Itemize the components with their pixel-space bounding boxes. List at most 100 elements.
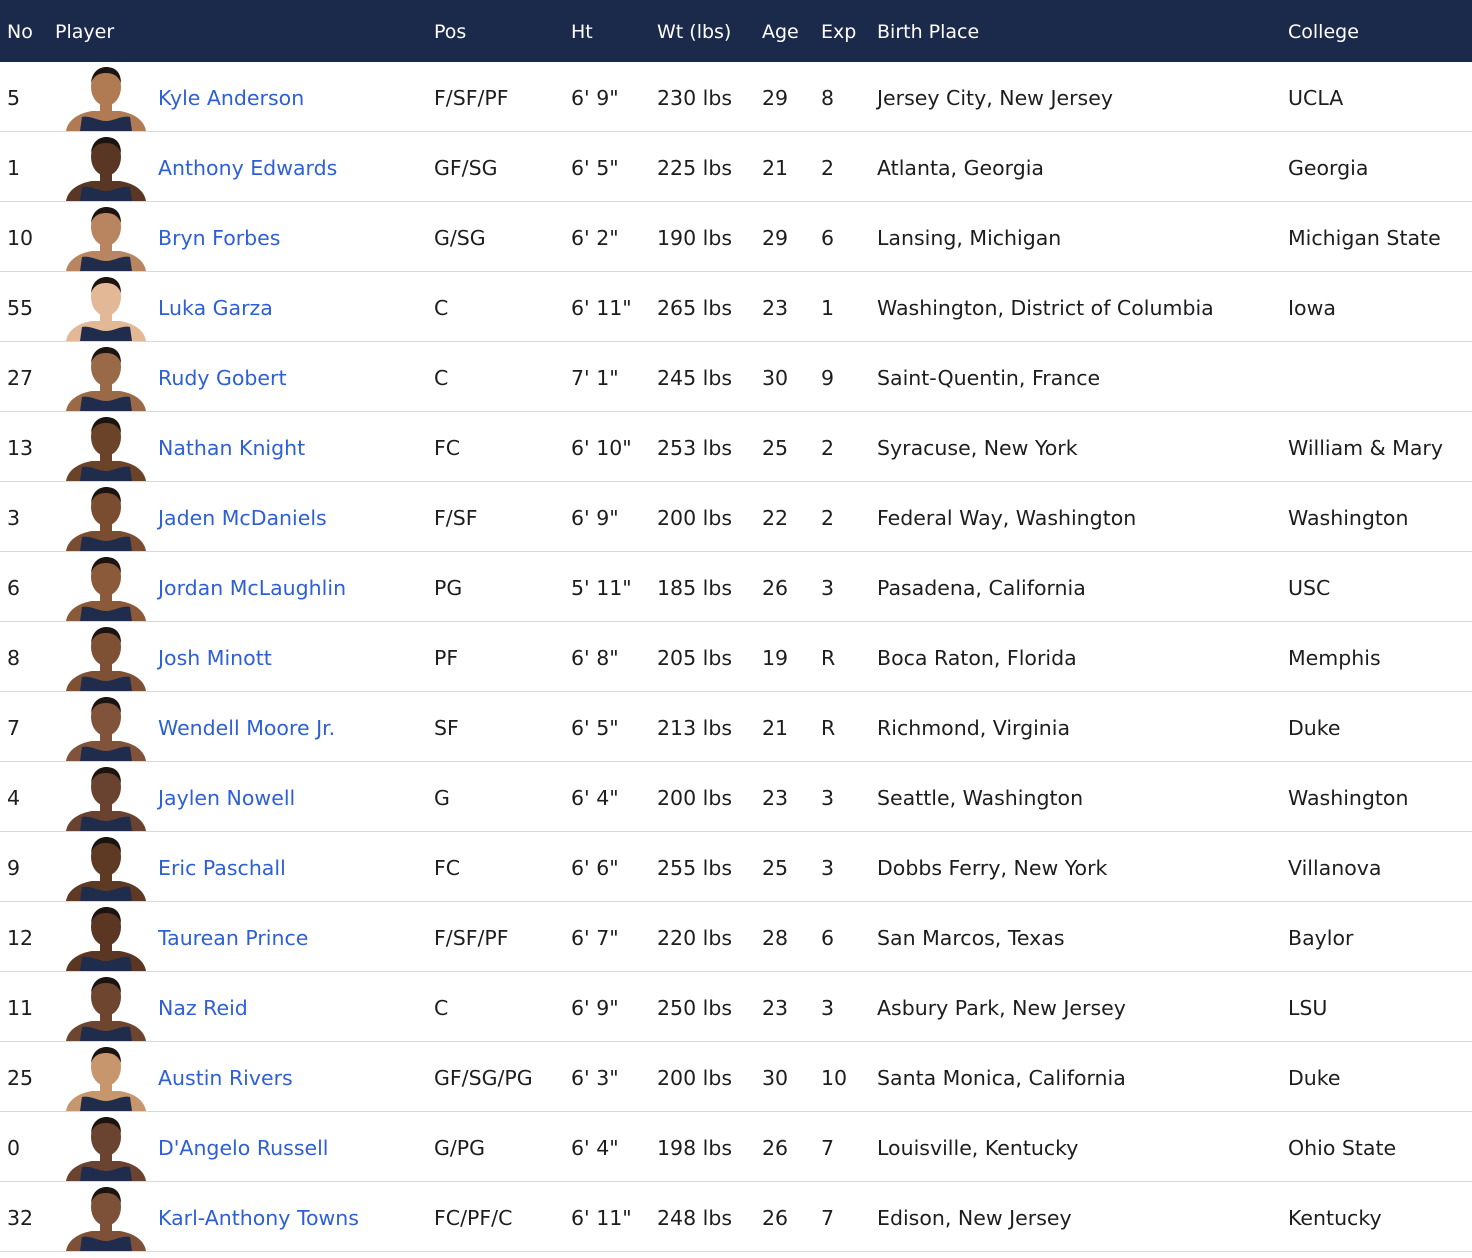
- player-height: 7' 1": [571, 366, 619, 390]
- player-name-link[interactable]: Jaden McDaniels: [158, 482, 327, 551]
- player-name-link[interactable]: Karl-Anthony Towns: [158, 1182, 359, 1251]
- player-name-link[interactable]: Taurean Prince: [158, 902, 308, 971]
- player-experience: 3: [821, 996, 835, 1020]
- player-age: 23: [762, 296, 789, 320]
- player-headshot[interactable]: [58, 1115, 154, 1181]
- player-headshot[interactable]: [58, 905, 154, 971]
- player-college: Georgia: [1288, 156, 1369, 180]
- table-row: 1 Anthony Edwards GF/SG 6' 5" 225 lbs 21 2 Atla…: [0, 132, 1472, 202]
- player-number: 4: [7, 786, 21, 810]
- player-headshot[interactable]: [58, 1045, 154, 1111]
- player-birth-place: Santa Monica, California: [877, 1066, 1126, 1090]
- player-name-link[interactable]: Anthony Edwards: [158, 132, 337, 201]
- player-age: 30: [762, 366, 789, 390]
- player-name-link[interactable]: Rudy Gobert: [158, 342, 287, 411]
- player-headshot[interactable]: [58, 205, 154, 271]
- player-height: 6' 3": [571, 1066, 619, 1090]
- player-name-link[interactable]: Jaylen Nowell: [158, 762, 295, 831]
- column-header-ht[interactable]: Ht: [571, 0, 593, 62]
- player-experience: 1: [821, 296, 835, 320]
- player-headshot[interactable]: [58, 135, 154, 201]
- column-header-college[interactable]: College: [1288, 0, 1359, 62]
- player-birth-place: Federal Way, Washington: [877, 506, 1137, 530]
- player-position: F/SF: [434, 506, 478, 530]
- table-body: 5 Kyle Anderson F/SF/PF 6' 9" 230 lbs 29 8 Jers…: [0, 62, 1472, 1252]
- table-row: 3 Jaden McDaniels F/SF 6' 9" 200 lbs 22 2 Feder…: [0, 482, 1472, 552]
- player-headshot[interactable]: [58, 625, 154, 691]
- player-number: 13: [7, 436, 34, 460]
- player-age: 25: [762, 436, 789, 460]
- player-position: FC/PF/C: [434, 1206, 513, 1230]
- player-headshot[interactable]: [58, 485, 154, 551]
- player-experience: 3: [821, 576, 835, 600]
- player-weight: 190 lbs: [657, 226, 733, 250]
- player-name-link[interactable]: Josh Minott: [158, 622, 272, 691]
- player-headshot[interactable]: [58, 975, 154, 1041]
- player-height: 6' 6": [571, 856, 619, 880]
- player-headshot[interactable]: [58, 555, 154, 621]
- table-row: 11 Naz Reid C 6' 9" 250 lbs 23 3 Asbury Park, N…: [0, 972, 1472, 1042]
- player-birth-place: Seattle, Washington: [877, 786, 1084, 810]
- player-weight: 245 lbs: [657, 366, 733, 390]
- player-headshot[interactable]: [58, 65, 154, 131]
- player-position: GF/SG/PG: [434, 1066, 533, 1090]
- player-name-link[interactable]: Eric Paschall: [158, 832, 286, 901]
- player-height: 6' 11": [571, 296, 632, 320]
- player-experience: 2: [821, 506, 835, 530]
- player-weight: 200 lbs: [657, 1066, 733, 1090]
- player-position: C: [434, 996, 449, 1020]
- player-college: Villanova: [1288, 856, 1382, 880]
- player-weight: 200 lbs: [657, 506, 733, 530]
- player-experience: 9: [821, 366, 835, 390]
- player-number: 7: [7, 716, 21, 740]
- player-position: FC: [434, 856, 461, 880]
- player-weight: 185 lbs: [657, 576, 733, 600]
- player-headshot[interactable]: [58, 415, 154, 481]
- player-name-link[interactable]: Jordan McLaughlin: [158, 552, 346, 621]
- player-name-link[interactable]: Nathan Knight: [158, 412, 305, 481]
- player-position: F/SF/PF: [434, 926, 509, 950]
- table-row: 12 Taurean Prince F/SF/PF 6' 7" 220 lbs 28 6 Sa…: [0, 902, 1472, 972]
- player-headshot[interactable]: [58, 1185, 154, 1251]
- player-headshot[interactable]: [58, 835, 154, 901]
- player-name-link[interactable]: Wendell Moore Jr.: [158, 692, 335, 761]
- player-headshot[interactable]: [58, 765, 154, 831]
- player-weight: 200 lbs: [657, 786, 733, 810]
- player-birth-place: Pasadena, California: [877, 576, 1086, 600]
- column-header-wt[interactable]: Wt (lbs): [657, 0, 731, 62]
- player-experience: R: [821, 716, 836, 740]
- player-headshot[interactable]: [58, 695, 154, 761]
- player-weight: 253 lbs: [657, 436, 733, 460]
- column-header-player[interactable]: Player: [55, 0, 114, 62]
- column-header-exp[interactable]: Exp: [821, 0, 856, 62]
- player-experience: R: [821, 646, 836, 670]
- player-name-link[interactable]: Luka Garza: [158, 272, 273, 341]
- player-name-link[interactable]: D'Angelo Russell: [158, 1112, 329, 1181]
- player-height: 6' 8": [571, 646, 619, 670]
- player-height: 5' 11": [571, 576, 632, 600]
- player-name-link[interactable]: Naz Reid: [158, 972, 248, 1041]
- player-age: 26: [762, 1206, 789, 1230]
- player-headshot[interactable]: [58, 345, 154, 411]
- table-row: 32 Karl-Anthony Towns FC/PF/C 6' 11" 248 lbs…: [0, 1182, 1472, 1252]
- player-name-link[interactable]: Kyle Anderson: [158, 62, 304, 131]
- player-position: C: [434, 366, 449, 390]
- column-header-pos[interactable]: Pos: [434, 0, 466, 62]
- column-header-no[interactable]: No: [7, 0, 33, 62]
- column-header-birth-place[interactable]: Birth Place: [877, 0, 979, 62]
- column-header-age[interactable]: Age: [762, 0, 799, 62]
- player-headshot[interactable]: [58, 275, 154, 341]
- player-college: Ohio State: [1288, 1136, 1397, 1160]
- player-birth-place: Dobbs Ferry, New York: [877, 856, 1108, 880]
- player-weight: 250 lbs: [657, 996, 733, 1020]
- player-name-link[interactable]: Austin Rivers: [158, 1042, 293, 1111]
- player-experience: 2: [821, 156, 835, 180]
- player-experience: 7: [821, 1136, 835, 1160]
- player-experience: 6: [821, 926, 835, 950]
- player-age: 29: [762, 226, 789, 250]
- player-number: 5: [7, 86, 21, 110]
- player-name-link[interactable]: Bryn Forbes: [158, 202, 280, 271]
- player-age: 28: [762, 926, 789, 950]
- player-college: LSU: [1288, 996, 1328, 1020]
- player-experience: 6: [821, 226, 835, 250]
